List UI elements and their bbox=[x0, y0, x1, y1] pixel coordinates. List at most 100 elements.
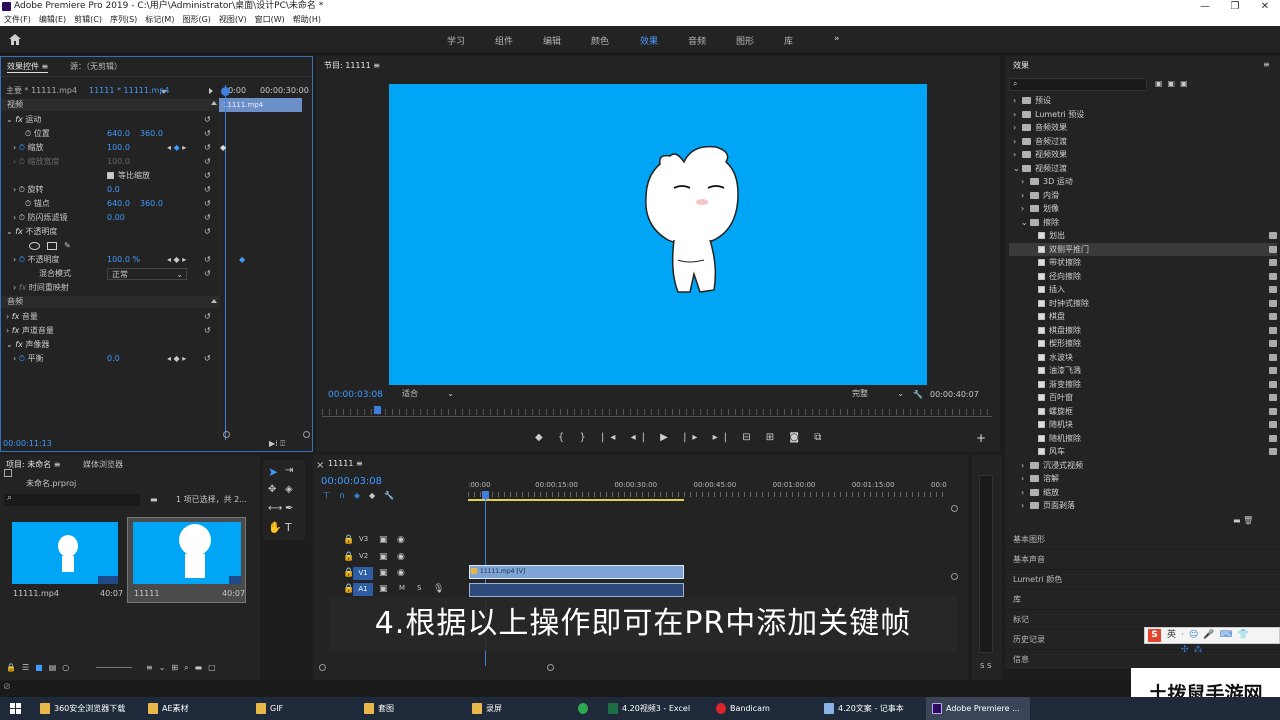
antiflicker-value[interactable]: 0.00 bbox=[107, 211, 125, 225]
fit-select[interactable]: 适合 ⌄ bbox=[402, 388, 456, 400]
lock-icon[interactable]: 🔒 bbox=[343, 535, 354, 545]
meter-solo-right[interactable]: S bbox=[987, 659, 991, 673]
effects-folder[interactable]: › 音频效果 bbox=[1009, 121, 1277, 135]
collapse-video-icon[interactable] bbox=[211, 101, 217, 105]
taskbar-item-ae-assets[interactable]: AE素材 bbox=[148, 697, 189, 720]
opacity-keyframe-nav-icon[interactable]: ◂ ◆ ▸ bbox=[167, 253, 186, 267]
quality-select[interactable]: 完整 ⌄ bbox=[852, 388, 906, 400]
collapse-audio-icon[interactable] bbox=[211, 299, 217, 303]
effect-item[interactable]: 风车 bbox=[1009, 445, 1277, 459]
track-v1-header[interactable]: 🔒 V1 ▣ ◉ bbox=[313, 565, 468, 581]
program-playhead[interactable] bbox=[374, 406, 381, 414]
anchor-y-value[interactable]: 360.0 bbox=[140, 197, 163, 211]
effect-item[interactable]: 棋盘 bbox=[1009, 310, 1277, 324]
taskbar-item-images[interactable]: 套图 bbox=[364, 697, 394, 720]
linked-selection-icon[interactable]: ◈ bbox=[354, 491, 369, 500]
effect-item[interactable]: 油漆飞溅 bbox=[1009, 364, 1277, 378]
effects-folder[interactable]: › 3D 运动 bbox=[1009, 175, 1277, 189]
menu-graphics[interactable]: 图形(G) bbox=[178, 13, 214, 26]
tab-sequence[interactable]: 11111 ≡ bbox=[328, 459, 363, 468]
effects-folder[interactable]: › Lumetri 预设 bbox=[1009, 108, 1277, 122]
solo-button[interactable]: S bbox=[417, 584, 421, 592]
menu-file[interactable]: 文件(F) bbox=[0, 13, 35, 26]
track-select-tool-icon[interactable]: ⇥ bbox=[285, 465, 293, 476]
chevron-down-icon[interactable] bbox=[161, 90, 167, 94]
timeline-playhead-handle[interactable] bbox=[482, 491, 489, 499]
play-only-icon[interactable] bbox=[209, 88, 213, 94]
effect-item[interactable]: 划出 bbox=[1009, 229, 1277, 243]
position-y-value[interactable]: 360.0 bbox=[140, 127, 163, 141]
opacity-keyframe-icon[interactable]: ◆ bbox=[239, 253, 245, 267]
ripple-edit-tool-icon[interactable]: ✥ bbox=[268, 484, 276, 495]
project-item-sequence[interactable]: 11111 40:07 bbox=[127, 517, 246, 603]
effects-folder[interactable]: › 页面剥落 bbox=[1009, 499, 1277, 513]
ellipse-mask-icon[interactable] bbox=[29, 242, 40, 250]
tab-source[interactable]: 源：（无剪辑） bbox=[70, 61, 122, 72]
effects-folder[interactable]: ⌄ 视频过渡 bbox=[1009, 162, 1277, 176]
master-clip-label[interactable]: 主要 * 11111.mp4 bbox=[6, 85, 77, 97]
taskbar-item-gif[interactable]: GIF bbox=[256, 697, 283, 720]
workspace-learn[interactable]: 学习 bbox=[447, 34, 465, 47]
workspace-libraries[interactable]: 库 bbox=[784, 34, 793, 47]
effect-item[interactable]: 楔形擦除 bbox=[1009, 337, 1277, 351]
new-folder-icon[interactable]: ▬ bbox=[150, 493, 158, 507]
eye-icon[interactable]: ◉ bbox=[397, 535, 405, 545]
minimize-icon[interactable]: — bbox=[1190, 0, 1220, 13]
step-forward-icon[interactable]: |▸ bbox=[683, 432, 703, 443]
maximize-icon[interactable]: ❐ bbox=[1220, 0, 1250, 13]
add-marker-icon[interactable]: ◆ bbox=[369, 491, 384, 500]
track-v2-header[interactable]: 🔒 V2 ▣ ◉ bbox=[313, 549, 468, 565]
start-button[interactable] bbox=[10, 697, 22, 720]
reset-channel-volume-icon[interactable]: ↺ bbox=[204, 324, 211, 338]
slip-tool-icon[interactable]: ⟷ bbox=[268, 503, 282, 514]
opacity-group-row[interactable]: ⌄ fx 不透明度 bbox=[6, 225, 57, 239]
sync-lock-icon[interactable]: ▣ bbox=[379, 552, 388, 562]
hand-tool-icon[interactable]: ✋ bbox=[268, 521, 282, 534]
ec-zoom-handle-right[interactable] bbox=[303, 431, 310, 438]
snap-icon[interactable]: ∩ bbox=[339, 491, 354, 500]
razor-tool-icon[interactable]: ◈ bbox=[285, 484, 293, 495]
effect-item[interactable]: 水波块 bbox=[1009, 351, 1277, 365]
effects-folder[interactable]: ⌄ 擦除 bbox=[1009, 216, 1277, 230]
effect-item[interactable]: 螺旋框 bbox=[1009, 405, 1277, 419]
balance-value[interactable]: 0.0 bbox=[107, 352, 120, 366]
track-a1-header[interactable]: 🔒 A1 ▣ M S 🎙 bbox=[313, 583, 468, 597]
reset-anchor-icon[interactable]: ↺ bbox=[204, 197, 211, 211]
work-area-bar[interactable] bbox=[468, 499, 684, 501]
mute-button[interactable]: M bbox=[399, 584, 405, 592]
effects-folder[interactable]: › 视频效果 bbox=[1009, 148, 1277, 162]
compare-icon[interactable]: ⧉ bbox=[814, 432, 827, 443]
effects-folder[interactable]: › 内滑 bbox=[1009, 189, 1277, 203]
eye-icon[interactable]: ◉ bbox=[397, 552, 405, 562]
scale-value[interactable]: 100.0 bbox=[107, 141, 130, 155]
program-video-frame[interactable] bbox=[389, 84, 927, 385]
menu-help[interactable]: 帮助(H) bbox=[289, 13, 325, 26]
reset-opacity-group-icon[interactable]: ↺ bbox=[204, 225, 211, 239]
play-icon[interactable]: ▶ bbox=[660, 432, 674, 443]
keyframe-nav-icon[interactable]: ◂ ◆ ▸ bbox=[167, 141, 186, 155]
program-timecode[interactable]: 00:00:03:08 bbox=[328, 388, 383, 402]
effects-folder[interactable]: › 缩放 bbox=[1009, 486, 1277, 500]
close-sequence-icon[interactable]: × bbox=[316, 460, 324, 471]
ec-zoom-handle-left[interactable] bbox=[223, 431, 230, 438]
rectangle-mask-icon[interactable] bbox=[47, 242, 57, 250]
timeline-settings-icon[interactable]: 🔧 bbox=[384, 491, 403, 500]
sequence-clip-label[interactable]: 11111 * 11111.mp4 bbox=[89, 85, 170, 97]
meter-solo-left[interactable]: S bbox=[980, 659, 984, 673]
sync-lock-icon[interactable]: ▣ bbox=[379, 568, 388, 578]
effect-item[interactable]: 随机块 bbox=[1009, 418, 1277, 432]
opacity-value[interactable]: 100.0 % bbox=[107, 253, 140, 267]
effect-item[interactable]: 百叶窗 bbox=[1009, 391, 1277, 405]
effect-item[interactable]: 时钟式擦除 bbox=[1009, 297, 1277, 311]
export-frame-icon[interactable]: ◙ bbox=[789, 432, 805, 443]
add-marker-icon[interactable]: ◆ bbox=[535, 432, 549, 443]
effect-item[interactable]: 棋盘擦除 bbox=[1009, 324, 1277, 338]
effects-folder[interactable]: › 划像 bbox=[1009, 202, 1277, 216]
effect-item[interactable]: 渐变擦除 bbox=[1009, 378, 1277, 392]
more-workspaces-icon[interactable]: » bbox=[834, 34, 840, 44]
volume-row[interactable]: › fx 音量 bbox=[6, 310, 38, 324]
effects-menu-icon[interactable]: ≡ bbox=[1263, 58, 1270, 72]
tab-program[interactable]: 节目: 11111 ≡ bbox=[324, 60, 380, 71]
scale-keyframe-icon[interactable]: ◆ bbox=[220, 141, 226, 155]
workspace-audio[interactable]: 音频 bbox=[688, 34, 706, 47]
